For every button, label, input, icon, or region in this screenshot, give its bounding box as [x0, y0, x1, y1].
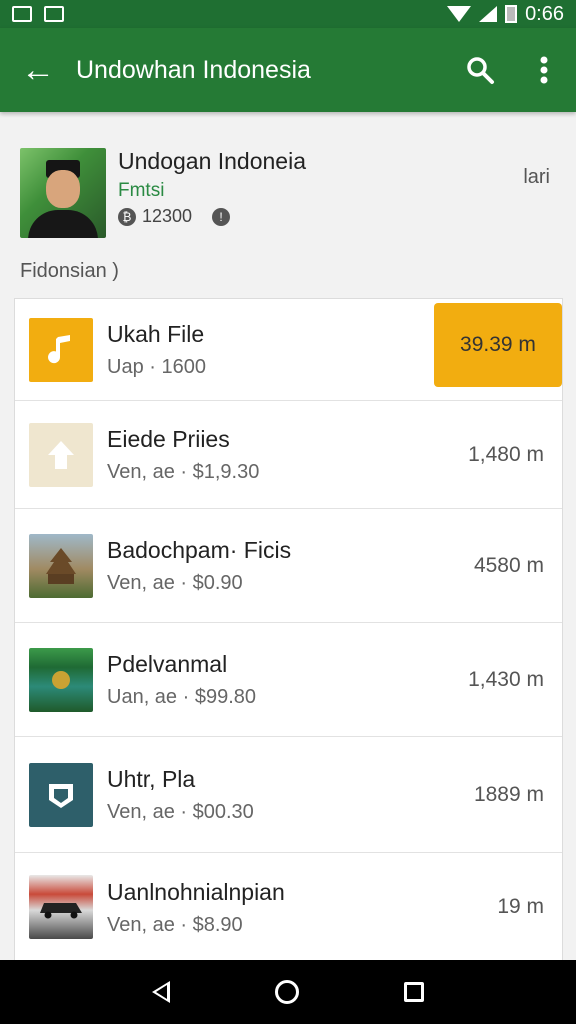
item-subtitle: Ven, ae · $00.30 [107, 801, 254, 823]
item-value: 1,480 m [468, 442, 544, 466]
nav-home-icon[interactable] [274, 980, 299, 1004]
status-bar: 0:66 [0, 0, 576, 28]
more-vert-icon[interactable] [512, 28, 576, 112]
item-title: Ukah File [107, 321, 205, 347]
list-item[interactable]: Pdelvanmal Uan, ae · $99.80 1,430 m [15, 623, 562, 737]
section-label: Fidonsian ) [20, 260, 119, 282]
profile-count-row: ₿ 12300 ! [118, 206, 306, 227]
chat-badge-icon [29, 762, 93, 827]
item-value: 4580 m [473, 553, 544, 577]
status-time: 0:66 [525, 2, 564, 25]
profile-subtitle: Fmtsi [118, 180, 165, 201]
music-note-icon [29, 317, 93, 382]
price-badge[interactable]: 39.39 m [434, 303, 562, 387]
item-value: 1,430 m [468, 667, 544, 691]
item-value: 19 m [497, 895, 544, 918]
list-item[interactable]: Uanlnohnialnpian Ven, ae · $8.90 19 m [15, 853, 562, 961]
list-item[interactable]: Uhtr, Pla Ven, ae · $00.30 1889 m [15, 737, 562, 853]
profile-count: 12300 [142, 206, 193, 226]
coin-icon: ₿ [118, 207, 136, 226]
system-nav-bar [0, 960, 576, 1024]
item-title: Pdelvanmal [107, 651, 228, 677]
search-icon[interactable] [448, 28, 512, 112]
item-subtitle: Ven, ae · $1,9.30 [107, 461, 260, 483]
profile-header: Undogan Indoneia Fmtsi ₿ 12300 ! lari [0, 112, 576, 262]
nav-recents-icon[interactable] [403, 982, 424, 1002]
upload-icon [29, 422, 93, 487]
battery-icon [505, 5, 518, 23]
profile-side-label[interactable]: lari [523, 166, 550, 189]
item-list: Ukah File Uap · 1600 39.39 m Eiede Priie… [14, 298, 563, 962]
profile-name: Undogan Indoneia [118, 148, 306, 174]
wifi-icon [447, 6, 472, 22]
signal-icon [479, 6, 498, 22]
gallery-notification-icon [44, 6, 64, 22]
item-title: Badochpam· Ficis [107, 537, 292, 563]
list-item[interactable]: Eiede Priies Ven, ae · $1,9.30 1,480 m [15, 401, 562, 509]
list-item[interactable]: Badochpam· Ficis Ven, ae · $0.90 4580 m [15, 509, 562, 623]
page-title: Undowhan Indonesia [76, 55, 311, 84]
app-bar: ← Undowhan Indonesia [0, 28, 576, 112]
item-title: Uanlnohnialnpian [107, 878, 285, 905]
item-value: 1889 m [473, 782, 544, 806]
item-title: Eiede Priies [107, 426, 230, 452]
landscape-image [29, 647, 93, 712]
info-icon[interactable]: ! [212, 207, 231, 226]
temple-image [29, 533, 93, 598]
arrow-left-icon[interactable]: ← [0, 28, 76, 112]
list-item[interactable]: Ukah File Uap · 1600 39.39 m [15, 299, 562, 401]
image-notification-icon [12, 6, 32, 22]
nav-back-icon[interactable] [152, 981, 171, 1003]
avatar [20, 148, 106, 238]
profile-info: Undogan Indoneia Fmtsi ₿ 12300 ! [118, 148, 306, 262]
item-subtitle: Ven, ae · $8.90 [107, 913, 243, 936]
item-subtitle: Ven, ae · $0.90 [107, 572, 243, 594]
item-subtitle: Uan, ae · $99.80 [107, 686, 256, 708]
item-title: Uhtr, Pla [107, 766, 196, 792]
car-image [29, 875, 93, 939]
item-subtitle: Uap · 1600 [107, 356, 206, 378]
